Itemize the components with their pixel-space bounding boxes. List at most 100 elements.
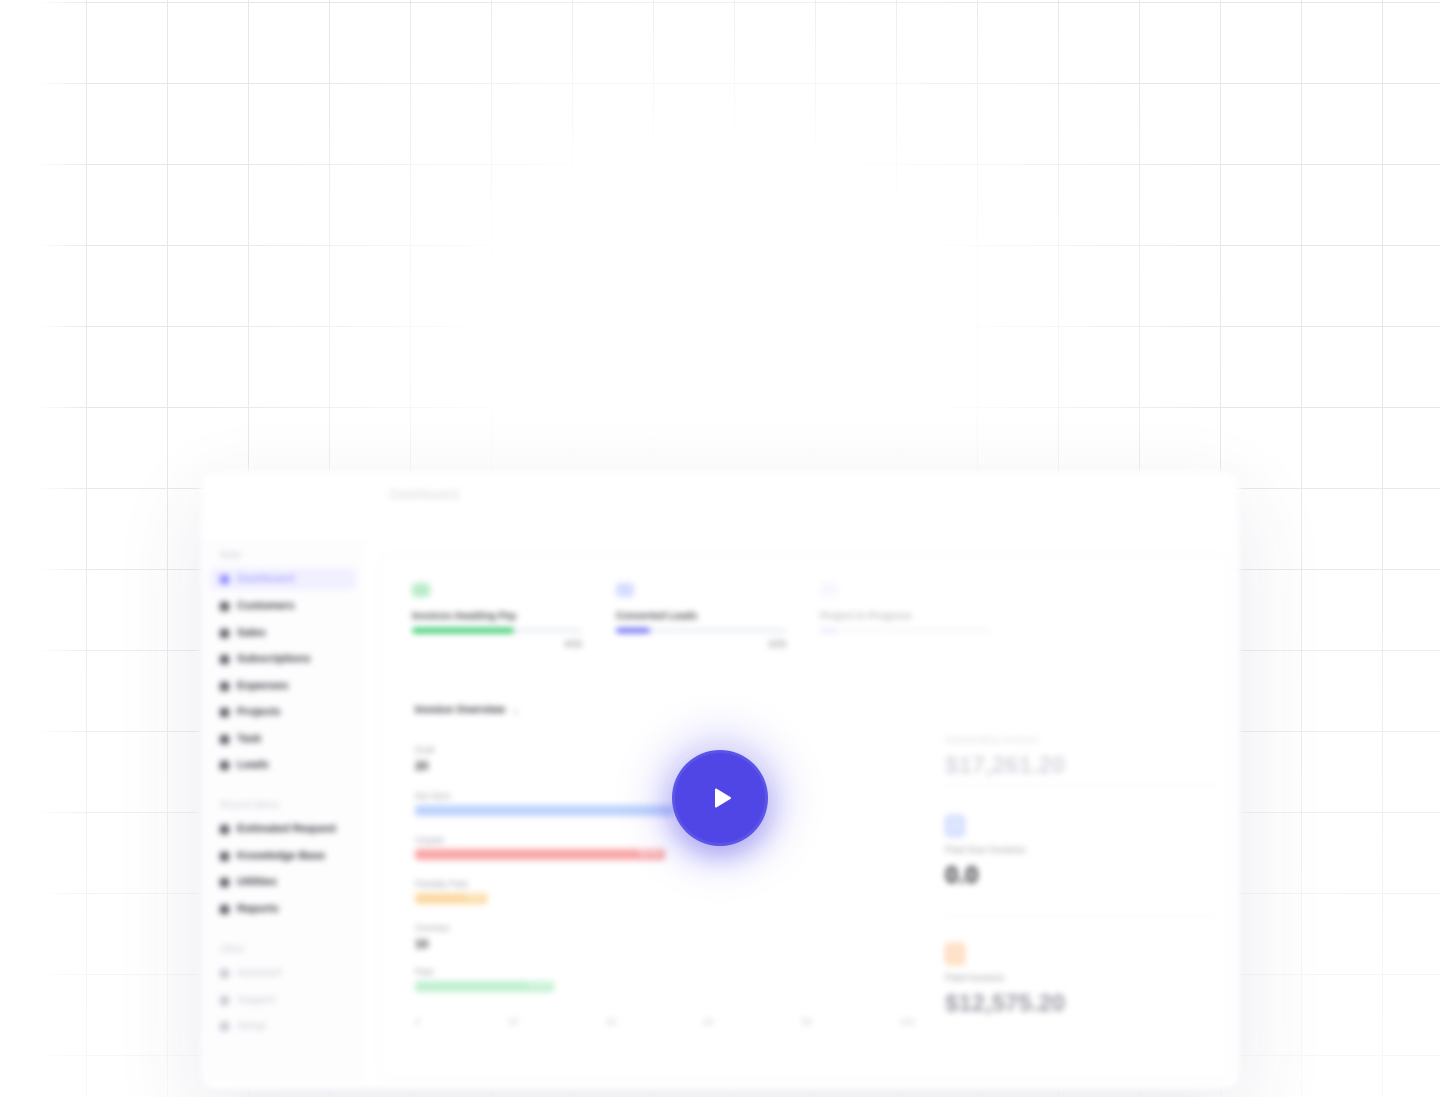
chart-bar: $500: [415, 893, 487, 904]
summary-total: Outstanding Invoices $17,261.20: [945, 727, 1215, 780]
summary-label: Paid Invoices: [945, 973, 1005, 984]
leads-icon: [616, 583, 634, 597]
sidebar-item-label: Support: [237, 994, 276, 1006]
video-poster: Dashboard Main Dashboard Customers Sales…: [0, 0, 1440, 1097]
chart-row-label: Overdue: [415, 923, 450, 933]
sidebar-item-label: Assistant: [237, 967, 282, 979]
main-panel: Invoices Awaiting Pay 4/15 Converted Lea…: [380, 555, 1230, 1080]
stat-card: Invoices Awaiting Pay 4/15: [412, 583, 582, 663]
chart-row-label: Paid: [415, 967, 434, 977]
chevron-down-icon: ⌄: [510, 704, 521, 716]
chart-row-label: Partially Paid: [415, 879, 468, 889]
stat-card: Converted Leads 2/15: [616, 583, 786, 663]
stat-progress: [616, 628, 786, 633]
chart-row: Overdue 10: [415, 923, 895, 951]
axis-tick: 100: [899, 1017, 915, 1027]
receipt-icon: [220, 681, 229, 691]
chart-row-number: 20: [415, 759, 429, 773]
sidebar-item-utilities[interactable]: Utilities: [210, 871, 356, 893]
sidebar-item-label: Subscriptions: [237, 653, 311, 665]
document-icon: [945, 815, 965, 837]
summary-value: 0.0: [945, 862, 979, 889]
sidebar-item-knowledge-base[interactable]: Knowledge Base: [210, 845, 356, 867]
sidebar-section-label: Recent Menu: [220, 800, 280, 811]
sidebar-item-sales[interactable]: Sales: [210, 622, 356, 644]
sidebar-item-dashboard[interactable]: Dashboard: [210, 568, 356, 590]
sidebar-item-assistant[interactable]: Assistant: [210, 962, 356, 984]
sidebar-section-label: Other: [220, 944, 246, 955]
play-icon: [715, 788, 731, 808]
axis-tick: 40: [605, 1017, 616, 1027]
chart-bar-tag: $500: [467, 894, 483, 901]
chart-bar: $8,500: [415, 849, 665, 860]
sidebar-item-support[interactable]: Support: [210, 989, 356, 1011]
grid-icon: [220, 574, 229, 584]
sidebar-item-label: Dashboard: [237, 573, 295, 585]
divider: [945, 915, 1215, 916]
sidebar-item-label: Reports: [237, 903, 279, 915]
sidebar-item-label: Utilities: [237, 876, 277, 888]
play-button[interactable]: [672, 750, 768, 846]
sidebar-item-reports[interactable]: Reports: [210, 898, 356, 920]
chart-bar: $2,000: [415, 981, 555, 992]
help-icon: [220, 995, 229, 1005]
axis-tick: 20: [507, 1017, 518, 1027]
file-icon: [220, 824, 229, 834]
stat-progress: [412, 628, 582, 633]
folder-icon: [220, 707, 229, 717]
chart-row-label: Not Sent: [415, 791, 451, 801]
project-icon: [820, 583, 838, 597]
sidebar-item-label: Setup: [237, 1020, 266, 1032]
divider: [945, 785, 1215, 786]
chart-bar: [415, 805, 675, 816]
sidebar-item-projects[interactable]: Projects: [210, 701, 356, 723]
summary-value: $12,575.20: [945, 990, 1066, 1017]
sidebar-item-expenses[interactable]: Expenses: [210, 675, 356, 697]
stat-value: 4/15: [564, 639, 582, 649]
sidebar-item-label: Expenses: [237, 680, 289, 692]
wallet-icon: [945, 943, 965, 965]
book-icon: [220, 851, 229, 861]
summary-value: $17,261.20: [945, 752, 1066, 779]
sidebar-item-estimated-request[interactable]: Estimated Request: [210, 818, 356, 840]
summary-panel: Outstanding Invoices $17,261.20 Past Due…: [945, 705, 1215, 1065]
summary-label: Past Due Invoices: [945, 845, 1026, 856]
background-fade-left: [0, 0, 90, 1097]
gear-icon: [220, 1021, 229, 1031]
sidebar: Main Dashboard Customers Sales Subscript…: [200, 540, 365, 1080]
stat-label: Converted Leads: [616, 611, 698, 622]
chart-row: Draft 20: [415, 745, 895, 773]
stat-card: Project In Progress: [820, 583, 990, 663]
sidebar-item-customers[interactable]: Customers: [210, 595, 356, 617]
stat-value: 2/15: [768, 639, 786, 649]
sidebar-item-setup[interactable]: Setup: [210, 1015, 356, 1037]
sidebar-item-task[interactable]: Task: [210, 728, 356, 750]
summary-label: Outstanding Invoices: [945, 735, 1039, 746]
sidebar-item-label: Estimated Request: [237, 823, 337, 835]
chart-title[interactable]: Invoice Overview ⌄: [415, 703, 520, 716]
sidebar-section-label: Main: [220, 550, 242, 561]
invoice-icon: [412, 583, 430, 597]
target-icon: [220, 760, 229, 770]
chart-bar-tag: $8,500: [639, 850, 661, 857]
axis-tick: 0: [415, 1017, 421, 1027]
sidebar-item-leads[interactable]: Leads: [210, 754, 356, 776]
sidebar-item-label: Leads: [237, 759, 269, 771]
cart-icon: [220, 628, 229, 638]
stat-label: Project In Progress: [820, 611, 912, 622]
bot-icon: [220, 968, 229, 978]
dashboard-title: Dashboard: [390, 486, 459, 502]
sidebar-item-label: Knowledge Base: [237, 850, 326, 862]
stat-progress-fill: [820, 628, 837, 633]
chart-row-label: Draft: [415, 745, 435, 755]
summary-overdue: Past Due Invoices 0.0: [945, 815, 1215, 890]
stat-label: Invoices Awaiting Pay: [412, 611, 517, 622]
check-icon: [220, 734, 229, 744]
sidebar-item-label: Task: [237, 733, 262, 745]
axis-tick: 60: [703, 1017, 714, 1027]
chart-row-label: Unpaid: [415, 835, 444, 845]
users-icon: [220, 601, 229, 611]
sidebar-item-subscriptions[interactable]: Subscriptions: [210, 648, 356, 670]
sidebar-item-label: Customers: [237, 600, 295, 612]
chart-row: Paid $2,000: [415, 967, 895, 992]
